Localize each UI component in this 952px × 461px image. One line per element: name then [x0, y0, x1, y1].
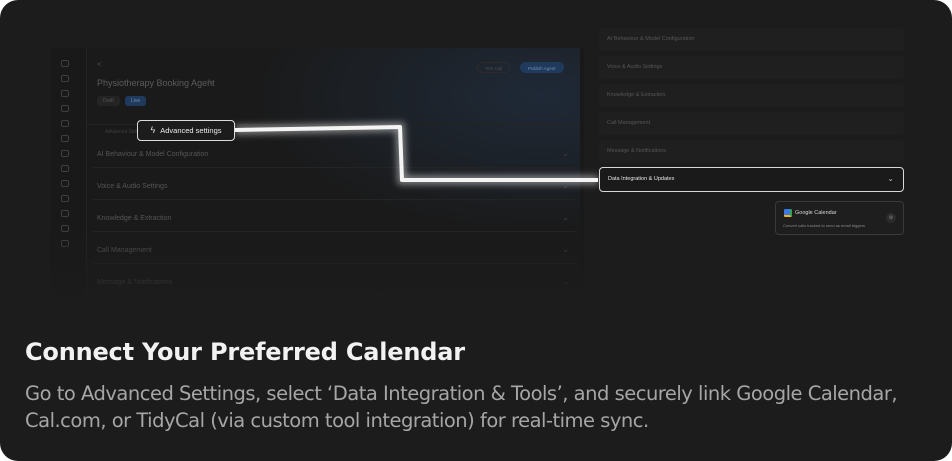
feature-card: < Physiotherapy Booking Agent ✎ Draft Li… [0, 0, 952, 461]
setting-item-label: Data Integration & Updates [608, 176, 675, 182]
globe-icon[interactable] [61, 150, 69, 157]
left-item-voice-audio[interactable]: Voice & Audio Settings ⌄ [93, 174, 575, 200]
left-item-messages[interactable]: Message & Notifications ⌄ [93, 270, 575, 296]
icon-rail [61, 60, 73, 255]
setting-item-call-management[interactable]: Call Management [599, 112, 904, 135]
left-item-knowledge[interactable]: Knowledge & Extraction ⌄ [93, 206, 575, 232]
bolt-icon: ϟ [150, 125, 156, 135]
setting-item-messages[interactable]: Message & Notifications [599, 140, 904, 163]
app-preview: < Physiotherapy Booking Agent ✎ Draft Li… [50, 48, 584, 310]
doc-icon[interactable] [61, 225, 69, 232]
setting-item-label: Call Management [607, 120, 651, 126]
setting-item-data-integration[interactable]: Data Integration & Updates ⌄ [599, 167, 904, 192]
publish-agent-button[interactable]: Publish Agent [520, 62, 564, 73]
gear-icon[interactable]: ⚙ [886, 213, 896, 223]
setting-item-voice-audio[interactable]: Voice & Audio Settings [599, 56, 904, 79]
left-item-call-management[interactable]: Call Management ⌄ [93, 238, 575, 264]
advanced-settings-button[interactable]: ϟ Advanced settings [137, 120, 235, 141]
tab-live[interactable]: Live [125, 96, 147, 106]
agents-icon[interactable] [61, 90, 69, 97]
google-calendar-card[interactable]: Google Calendar Convert calls tracked to… [775, 201, 904, 235]
setting-item-ai-behaviour[interactable]: AI Behaviour & Model Configuration [599, 28, 904, 51]
chevron-down-icon: ⌄ [562, 213, 569, 222]
chevron-down-icon: ⌄ [562, 149, 569, 158]
pencil-icon[interactable]: ✎ [207, 78, 214, 87]
left-item-label: Message & Notifications [97, 279, 173, 286]
setting-item-label: Knowledge & Extraction [607, 92, 666, 98]
settings-icon[interactable] [61, 240, 69, 247]
plus-icon[interactable] [61, 195, 69, 202]
tab-draft[interactable]: Draft [97, 96, 120, 106]
integration-description: Convert calls tracked to send as email t… [783, 223, 866, 228]
chevron-down-icon[interactable]: ⌄ [887, 174, 894, 183]
filter-icon[interactable] [61, 135, 69, 142]
caption-body: Go to Advanced Settings, select ‘Data In… [25, 382, 898, 432]
phone-icon[interactable] [61, 105, 69, 112]
agent-panel: < Physiotherapy Booking Agent ✎ Draft Li… [86, 48, 581, 310]
caption-title: Connect Your Preferred Calendar [25, 338, 465, 366]
chart-icon[interactable] [61, 120, 69, 127]
left-item-label: AI Behaviour & Model Configuration [97, 151, 209, 158]
google-calendar-icon [784, 209, 792, 217]
chevron-down-icon: ⌄ [562, 277, 569, 286]
advanced-settings-label: Advanced settings [160, 126, 222, 135]
left-item-label: Voice & Audio Settings [97, 183, 168, 190]
phone-call-icon[interactable] [61, 180, 69, 187]
home-icon[interactable] [61, 60, 69, 67]
test-call-button[interactable]: Test Call [477, 62, 511, 73]
back-button[interactable]: < [97, 60, 102, 69]
setting-item-label: AI Behaviour & Model Configuration [607, 36, 695, 42]
grid-icon[interactable] [61, 75, 69, 82]
left-item-ai-behaviour[interactable]: AI Behaviour & Model Configuration ⌄ [93, 142, 575, 168]
left-item-label: Call Management [97, 247, 152, 254]
bolt-icon[interactable] [61, 165, 69, 172]
setting-item-label: Message & Notifications [607, 148, 666, 154]
card-icon[interactable] [61, 210, 69, 217]
integration-name: Google Calendar [795, 210, 837, 216]
agent-title: Physiotherapy Booking Agent [97, 78, 215, 88]
setting-item-label: Voice & Audio Settings [607, 64, 663, 70]
setting-item-knowledge[interactable]: Knowledge & Extraction [599, 84, 904, 107]
chevron-down-icon: ⌄ [562, 181, 569, 190]
chevron-down-icon: ⌄ [562, 245, 569, 254]
left-item-label: Knowledge & Extraction [97, 215, 172, 222]
